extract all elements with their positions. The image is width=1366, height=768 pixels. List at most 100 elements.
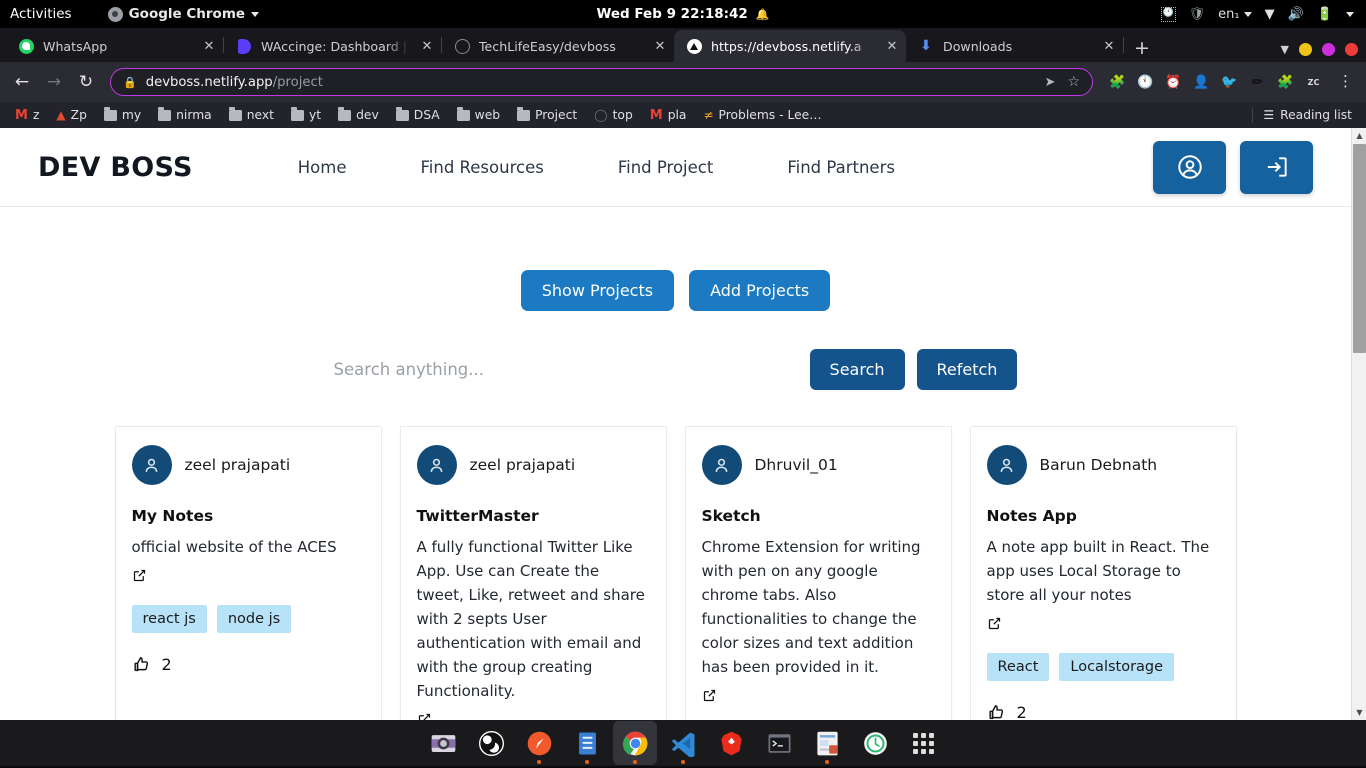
page-scrollbar[interactable]: ▲ ▼ xyxy=(1351,128,1366,720)
close-icon[interactable]: ✕ xyxy=(652,39,668,54)
maximize-button[interactable] xyxy=(1322,43,1335,56)
volume-icon[interactable]: 🔊 xyxy=(1288,8,1304,21)
external-link-icon[interactable] xyxy=(702,688,717,707)
dock-vscode[interactable] xyxy=(661,721,705,765)
scroll-down-arrow-icon[interactable]: ▼ xyxy=(1352,705,1366,720)
send-icon[interactable]: ➤ xyxy=(1045,75,1056,90)
search-input[interactable] xyxy=(333,352,664,387)
bookmark-dev[interactable]: dev xyxy=(331,106,386,124)
bell-icon: 🔔 xyxy=(755,7,770,21)
bookmark-star-icon[interactable]: ☆ xyxy=(1067,74,1080,90)
puzzle-colored-icon[interactable]: 🧩 xyxy=(1109,74,1126,91)
project-card[interactable]: zeel prajapati My Notes official website… xyxy=(114,426,382,720)
project-card[interactable]: zeel prajapati TwitterMaster A fully fun… xyxy=(399,426,667,720)
dock-clock-app[interactable] xyxy=(853,721,897,765)
forward-button[interactable]: → xyxy=(40,68,68,96)
nav-item-find-project[interactable]: Find Project xyxy=(581,158,751,177)
dock-terminal[interactable] xyxy=(757,721,801,765)
browser-tab-devboss[interactable]: https://devboss.netlify.a ✕ xyxy=(674,30,906,62)
add-projects-button[interactable]: Add Projects xyxy=(689,270,831,311)
card-likes[interactable]: 2 xyxy=(987,703,1220,720)
scroll-up-arrow-icon[interactable]: ▲ xyxy=(1352,128,1366,143)
puzzle-gray-icon[interactable]: 🧩 xyxy=(1277,74,1294,91)
dock-obs-studio[interactable] xyxy=(469,721,513,765)
chrome-icon xyxy=(107,6,123,22)
grammarly-icon[interactable]: 🕚 xyxy=(1137,74,1154,91)
browser-tab-waccinge[interactable]: WAccinge: Dashboard | D ✕ xyxy=(224,30,441,62)
dock-show-applications[interactable] xyxy=(901,721,945,765)
pencil-icon[interactable]: ✏ xyxy=(1249,74,1266,91)
tag[interactable]: react js xyxy=(131,605,207,633)
bookmark-zp[interactable]: ▲ Zp xyxy=(49,106,93,124)
nav-item-find-resources[interactable]: Find Resources xyxy=(384,158,581,177)
external-link-icon[interactable] xyxy=(987,616,1002,635)
avatar-extension-icon[interactable]: 👤 xyxy=(1193,74,1210,91)
bookmark-project[interactable]: Project xyxy=(510,106,584,124)
url-path: /project xyxy=(272,74,323,90)
show-projects-button[interactable]: Show Projects xyxy=(520,270,675,311)
close-icon[interactable]: ✕ xyxy=(201,39,217,54)
external-link-icon[interactable] xyxy=(132,568,147,587)
current-app-menu[interactable]: Google Chrome xyxy=(107,6,260,22)
whatsapp-icon xyxy=(18,38,34,54)
bookmark-yt[interactable]: yt xyxy=(284,106,328,124)
chevron-down-icon[interactable]: ▼ xyxy=(1281,43,1289,56)
browser-tab-github[interactable]: TechLifeEasy/devboss ✕ xyxy=(442,30,674,62)
login-button[interactable] xyxy=(1240,140,1313,194)
bookmark-pla[interactable]: M pla xyxy=(643,106,694,125)
site-logo[interactable]: DEV BOSS xyxy=(38,152,193,183)
profile-button[interactable] xyxy=(1153,140,1226,194)
search-button[interactable]: Search xyxy=(809,349,905,390)
wifi-icon[interactable]: ▼ xyxy=(1265,8,1275,21)
bookmark-z[interactable]: M z xyxy=(8,106,46,125)
dock-firefox-browser[interactable] xyxy=(517,721,561,765)
project-card[interactable]: Barun Debnath Notes App A note app built… xyxy=(969,426,1237,720)
shield-icon[interactable]: 🛡 xyxy=(1189,8,1206,21)
bookmark-my[interactable]: my xyxy=(97,106,148,124)
card-likes[interactable]: 2 xyxy=(132,655,365,674)
bookmark-top[interactable]: ◯ top xyxy=(587,106,640,124)
folder-icon xyxy=(228,107,242,121)
back-button[interactable]: ← xyxy=(8,68,36,96)
battery-icon[interactable]: 🔋 xyxy=(1317,8,1333,21)
dock-google-chrome[interactable] xyxy=(613,721,657,765)
tag[interactable]: node js xyxy=(216,605,292,633)
browser-tab-whatsapp[interactable]: WhatsApp ✕ xyxy=(6,30,223,62)
external-link-icon[interactable] xyxy=(417,712,432,720)
close-icon[interactable]: ✕ xyxy=(419,39,435,54)
screen-recorder-icon[interactable] xyxy=(1160,6,1176,22)
activities-button[interactable]: Activities xyxy=(10,6,72,22)
tag[interactable]: Localstorage xyxy=(1059,653,1175,681)
obs-icon xyxy=(478,730,504,756)
close-window-button[interactable] xyxy=(1345,43,1358,56)
dock-files-app[interactable] xyxy=(565,721,609,765)
bookmark-nirma[interactable]: nirma xyxy=(151,106,219,124)
project-card[interactable]: Dhruvil_01 Sketch Chrome Extension for w… xyxy=(684,426,952,720)
tag[interactable]: React xyxy=(986,653,1050,681)
reading-list-button[interactable]: ☰ Reading list xyxy=(1248,107,1358,123)
bookmark-dsa[interactable]: DSA xyxy=(389,106,447,124)
address-bar[interactable]: 🔒 devboss.netlify.app/project ➤ ☆ xyxy=(110,68,1093,96)
close-icon[interactable]: ✕ xyxy=(1101,39,1117,54)
chevron-down-icon[interactable] xyxy=(1346,11,1354,17)
dock-camera-app[interactable] xyxy=(421,721,465,765)
nav-item-find-partners[interactable]: Find Partners xyxy=(750,158,932,177)
nav-item-home[interactable]: Home xyxy=(261,158,384,177)
blue-bird-icon[interactable]: 🐦 xyxy=(1221,74,1238,91)
refetch-button[interactable]: Refetch xyxy=(916,349,1018,390)
bookmark-problems-leetcode[interactable]: ≠ Problems - Lee… xyxy=(696,106,828,124)
alarm-clock-icon[interactable]: ⏰ xyxy=(1165,74,1182,91)
zc-profile-icon[interactable]: ZC xyxy=(1305,73,1322,91)
dock-brave-browser[interactable] xyxy=(709,721,753,765)
keyboard-layout-indicator[interactable]: en₁ xyxy=(1218,8,1252,21)
bookmark-web[interactable]: web xyxy=(450,106,507,124)
new-tab-button[interactable]: + xyxy=(1134,39,1150,58)
bookmark-next[interactable]: next xyxy=(222,106,281,124)
close-icon[interactable]: ✕ xyxy=(884,39,900,54)
minimize-button[interactable] xyxy=(1299,43,1312,56)
scrollbar-thumb[interactable] xyxy=(1353,144,1366,353)
chrome-menu-button[interactable]: ⋮ xyxy=(1333,74,1358,88)
dock-libreoffice-impress[interactable] xyxy=(805,721,849,765)
reload-button[interactable]: ↻ xyxy=(72,68,100,96)
browser-tab-downloads[interactable]: ⬇ Downloads ✕ xyxy=(906,30,1123,62)
